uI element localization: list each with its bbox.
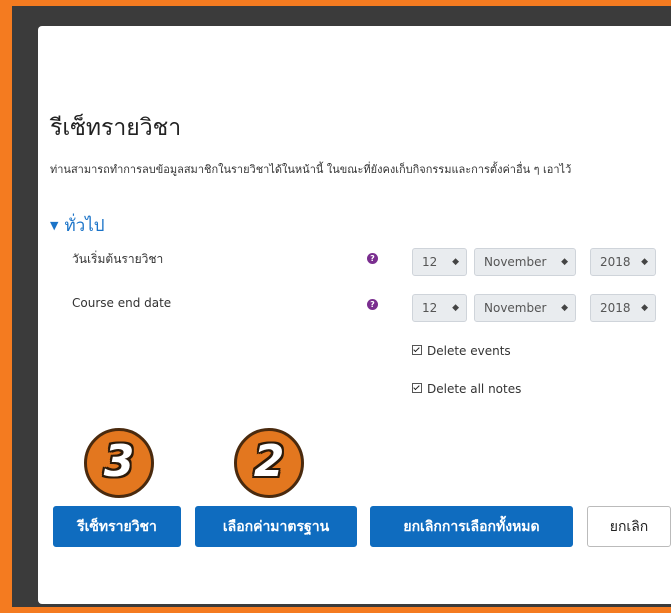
delete-notes-checkbox[interactable]: Delete all notes [412,382,521,396]
help-icon[interactable]: ? [367,299,378,310]
end-date-label: Course end date [72,296,172,310]
end-year-value: 2018 [600,301,631,315]
checkbox-checked-icon[interactable] [412,383,422,393]
updown-arrow-icon: ◆ [561,303,568,313]
updown-arrow-icon: ◆ [561,257,568,267]
step-3-badge: 3 [84,428,154,498]
help-icon[interactable]: ? [367,253,378,264]
start-year-select[interactable]: 2018 ◆ [590,248,656,276]
start-month-select[interactable]: November ◆ [474,248,576,276]
end-year-select[interactable]: 2018 ◆ [590,294,656,322]
reset-course-button[interactable]: รีเซ็ทรายวิชา [53,506,181,547]
end-month-value: November [484,301,547,315]
select-default-button[interactable]: เลือกค่ามาตรฐาน [195,506,357,547]
page-title: รีเซ็ทรายวิชา [50,115,182,141]
page-description: ท่านสามารถทำการลบข้อมูลสมาชิกในรายวิชาได… [50,163,572,176]
start-date-label: วันเริ่มต้นรายวิชา [72,252,164,266]
step-2-badge: 2 [234,428,304,498]
delete-events-label: Delete events [427,344,511,358]
deselect-all-button[interactable]: ยกเลิกการเลือกทั้งหมด [370,506,573,547]
reset-course-page: รีเซ็ทรายวิชา ท่านสามารถทำการลบข้อมูลสมา… [38,26,671,604]
section-title: ทั่วไป [64,216,105,236]
updown-arrow-icon: ◆ [452,303,459,313]
end-month-select[interactable]: November ◆ [474,294,576,322]
end-day-value: 12 [422,301,438,315]
start-month-value: November [484,255,547,269]
delete-notes-label: Delete all notes [427,382,522,396]
section-general-toggle[interactable]: ▼ ทั่วไป [50,212,105,239]
updown-arrow-icon: ◆ [641,303,648,313]
checkbox-checked-icon[interactable] [412,345,422,355]
start-day-select[interactable]: 12 ◆ [412,248,467,276]
chevron-down-icon: ▼ [50,219,59,232]
cancel-button[interactable]: ยกเลิก [587,506,671,547]
delete-events-checkbox[interactable]: Delete events [412,344,511,358]
updown-arrow-icon: ◆ [641,257,648,267]
start-year-value: 2018 [600,255,631,269]
dark-frame: รีเซ็ทรายวิชา ท่านสามารถทำการลบข้อมูลสมา… [12,6,671,607]
start-day-value: 12 [422,255,438,269]
end-day-select[interactable]: 12 ◆ [412,294,467,322]
updown-arrow-icon: ◆ [452,257,459,267]
